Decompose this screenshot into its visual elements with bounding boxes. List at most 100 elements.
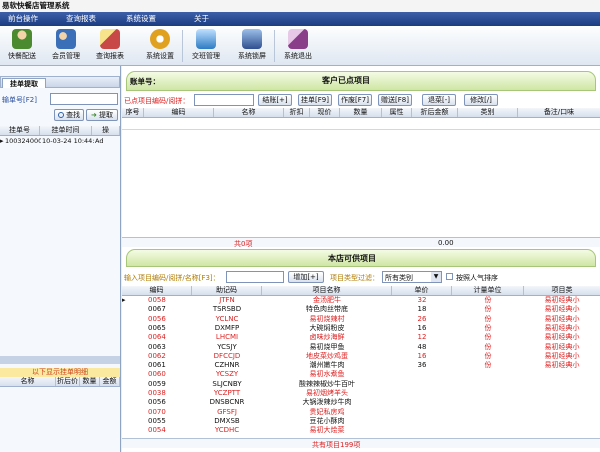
menu-item-row[interactable]: 0060 YCSZY 易初水煮鱼 xyxy=(122,370,600,379)
sort-by-popularity-checkbox[interactable] xyxy=(446,273,453,280)
gear-icon xyxy=(150,29,170,49)
toolbar: 快餐配送 会员管理 查询报表 系统设置 交班管理 系统锁屏 系统退出 xyxy=(0,26,600,66)
menu-item-name: 卤味炒海鲜 xyxy=(309,333,345,342)
ordered-code-label: 已点项目编码/阅拼： xyxy=(124,97,190,105)
menu-item-mnemonic: TSRSBD xyxy=(212,305,242,314)
menu-item-name: 潮州嫩牛肉 xyxy=(309,361,345,370)
return-dish-button[interactable]: 退菜[-] xyxy=(422,94,456,106)
members-icon xyxy=(56,29,76,49)
menu-item-name: 豆花小酥肉 xyxy=(309,416,345,425)
modify-button[interactable]: 修改[/] xyxy=(464,94,498,106)
menu-item-price: 12 xyxy=(417,333,427,342)
menu-item-code: 0056 xyxy=(148,398,166,407)
pending-orders-header: 挂单号 挂单时间 操 xyxy=(0,126,120,136)
menu-item-row[interactable]: 0067 TSRSBD 特色肉丝带底 18 份 易初经典小 xyxy=(122,305,600,314)
ordered-code-input[interactable] xyxy=(194,94,254,106)
menu-item-code: 0065 xyxy=(148,323,166,332)
menu-item-mnemonic: JTFN xyxy=(219,296,235,304)
horizontal-scrollbar[interactable] xyxy=(0,356,120,364)
menu-item-row[interactable]: 0056 DNSBCNR 大锅泼辣炒牛肉 xyxy=(122,398,600,407)
menu-item-name: 金汤肥牛 xyxy=(313,296,341,304)
order-number-input[interactable] xyxy=(50,93,118,105)
toolbar-reports-button[interactable]: 查询报表 xyxy=(90,28,130,64)
pending-order-row[interactable]: ▸ 1003240000 10-03-24 10:44:3 Ad xyxy=(0,137,120,146)
toolbar-members-button[interactable]: 会员管理 xyxy=(46,28,86,64)
menu-item-mnemonic: YCLNC xyxy=(215,314,239,323)
menu-item-code: 0067 xyxy=(148,305,166,314)
menu-item-name: 易初烧甲鱼 xyxy=(309,342,345,351)
menu-item-name: 易初大烩菜 xyxy=(309,426,345,435)
menu-bar: 前台操作 查询报表 系统设置 关于 xyxy=(0,12,600,26)
menu-item-row[interactable]: 0059 SLJCNBY 酸辣辣椒炒牛百叶 xyxy=(122,380,600,389)
toolbar-settings-button[interactable]: 系统设置 xyxy=(140,28,180,64)
menu-item-row[interactable]: 0038 YCZPTT 易初烟烤羊头 xyxy=(122,389,600,398)
tab-pending-extract[interactable]: 挂单提取 xyxy=(2,78,46,88)
toolbar-exit-button[interactable]: 系统退出 xyxy=(278,28,318,64)
extract-button[interactable]: ➜ 提取 xyxy=(86,109,118,121)
item-search-input[interactable] xyxy=(226,271,284,283)
toolbar-delivery-button[interactable]: 快餐配送 xyxy=(2,28,42,64)
menu-item-unit: 份 xyxy=(484,305,492,314)
menu-item-name: 易初水煮鱼 xyxy=(309,370,345,379)
search-icon xyxy=(57,112,64,118)
menu-item-row[interactable]: 0063 YCSJY 易初烧甲鱼 48 份 易初经典小 xyxy=(122,343,600,352)
gift-button[interactable]: 赠送[F8] xyxy=(378,94,412,106)
menu-item-mnemonic: CZHNR xyxy=(214,361,240,370)
category-filter-label: 项目类型过滤： xyxy=(330,274,379,282)
checkout-button[interactable]: 结账[+] xyxy=(258,94,292,106)
menu-item-name: 地皮菜炒鸡蛋 xyxy=(306,351,348,360)
menu-frontdesk[interactable]: 前台操作 xyxy=(8,12,38,26)
pending-orders-panel: 挂单提取 输单号[F2] 查找 ➜ 提取 挂单号 挂单时间 操 ▸ 100324… xyxy=(0,66,121,452)
menu-item-mnemonic: YCSJY xyxy=(217,342,237,351)
arrow-right-icon: ➜ xyxy=(90,111,97,119)
menu-item-price: 36 xyxy=(417,361,427,370)
menu-item-type: 易初经典小 xyxy=(544,296,580,304)
search-button[interactable]: 查找 xyxy=(54,109,84,121)
menu-item-name: 易初烟烤羊头 xyxy=(306,389,348,397)
void-button[interactable]: 作废[F7] xyxy=(338,94,372,106)
menu-item-mnemonic: LHCMI xyxy=(215,333,239,342)
account-number-label: 账单号： xyxy=(130,77,160,86)
chevron-down-icon: ▼ xyxy=(431,272,441,282)
category-filter-select[interactable]: 所有类别 ▼ xyxy=(382,271,442,283)
menu-item-unit: 份 xyxy=(484,342,492,351)
menu-item-price: 18 xyxy=(417,305,427,314)
menu-item-type: 易初经典小 xyxy=(544,361,580,370)
menu-item-row[interactable]: 0070 GFSFJ 贵妃私房鸡 xyxy=(122,408,600,417)
main-panel: 账单号： 客户已点项目 已点项目编码/阅拼： 结账[+] 挂单[F9] 作废[F… xyxy=(122,66,600,452)
menu-item-row[interactable]: 0056 YCLNC 易初烧辣村 26 份 易初经典小 xyxy=(122,315,600,324)
menu-item-mnemonic: SLJCNBY xyxy=(212,379,242,388)
exit-icon xyxy=(288,29,308,49)
toolbar-lock-button[interactable]: 系统锁屏 xyxy=(232,28,272,64)
menu-item-code: 0070 xyxy=(148,407,166,416)
add-item-button[interactable]: 增加[+] xyxy=(288,271,324,283)
menu-reports[interactable]: 查询报表 xyxy=(66,12,96,26)
menu-item-code: 0059 xyxy=(148,379,166,388)
toolbar-shift-button[interactable]: 交班管理 xyxy=(186,28,226,64)
menu-item-mnemonic: DNSBCNR xyxy=(209,398,245,407)
menu-item-unit: 份 xyxy=(484,323,492,332)
menu-item-row[interactable]: 0064 LHCMI 卤味炒海鲜 12 份 易初经典小 xyxy=(122,333,600,342)
menu-item-unit: 份 xyxy=(484,333,492,342)
menu-item-row[interactable]: 0061 CZHNR 潮州嫩牛肉 36 份 易初经典小 xyxy=(122,361,600,370)
menu-item-row[interactable]: 0065 DXMFP 大碗焖粉皮 16 份 易初经典小 xyxy=(122,324,600,333)
available-items-rows: ▸ 0058 JTFN 金汤肥牛 32 份易初经典小 0067 TSRSBD 特色肉丝带底 18 份… xyxy=(122,296,600,436)
menu-item-unit: 份 xyxy=(484,361,492,370)
menu-settings[interactable]: 系统设置 xyxy=(126,12,156,26)
menu-about[interactable]: 关于 xyxy=(194,12,209,26)
menu-item-row[interactable]: 0054 YCDHC 易初大烩菜 xyxy=(122,426,600,435)
delivery-person-icon xyxy=(12,29,32,49)
menu-item-code: 0054 xyxy=(148,426,166,435)
menu-item-type: 易初经典小 xyxy=(544,305,580,314)
menu-item-unit: 份 xyxy=(484,351,492,360)
hold-order-button[interactable]: 挂单[F9] xyxy=(298,94,332,106)
menu-item-type: 易初经典小 xyxy=(544,314,580,323)
row-pointer-icon: ▸ xyxy=(0,137,4,145)
pending-detail-title: 以下显示挂单明细 xyxy=(0,368,120,377)
menu-item-row[interactable]: ▸ 0058 JTFN 金汤肥牛 32 份易初经典小 xyxy=(122,296,600,305)
menu-item-row[interactable]: 0062 DFCCJD 地皮菜炒鸡蛋 16 份 易初经典小 xyxy=(122,352,600,361)
menu-item-code: 0058 xyxy=(148,296,166,304)
menu-item-name: 特色肉丝带底 xyxy=(306,305,348,314)
toolbar-separator xyxy=(182,30,183,62)
menu-item-row[interactable]: 0055 DMXSB 豆花小酥肉 xyxy=(122,417,600,426)
